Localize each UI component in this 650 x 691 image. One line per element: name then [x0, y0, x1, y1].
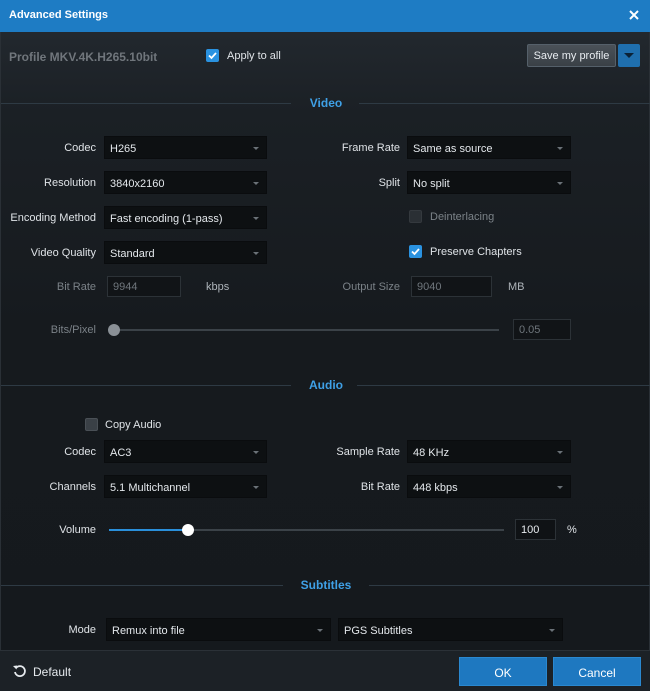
chevron-down-icon: [317, 629, 323, 632]
dialog-footer: Default OK Cancel: [0, 650, 650, 691]
video-section-header: Video: [1, 95, 650, 111]
video-bitrate-unit: kbps: [206, 281, 230, 293]
reset-icon: [13, 665, 26, 677]
default-button[interactable]: Default: [10, 663, 80, 681]
cancel-button[interactable]: Cancel: [553, 657, 641, 686]
video-codec-dropdown[interactable]: H265: [104, 136, 267, 159]
volume-slider-fill: [109, 529, 188, 531]
window-title: Advanced Settings: [9, 9, 109, 21]
chevron-down-icon: [557, 486, 563, 489]
volume-label: Volume: [59, 524, 96, 536]
deinterlacing-checkbox[interactable]: [409, 210, 422, 223]
channels-label: Channels: [49, 481, 96, 493]
audio-bitrate-value: 448 kbps: [413, 482, 458, 494]
encoding-method-value: Fast encoding (1-pass): [110, 213, 223, 225]
audio-codec-label: Codec: [64, 446, 96, 458]
resolution-dropdown[interactable]: 3840x2160: [104, 171, 267, 194]
sample-rate-value: 48 KHz: [413, 447, 450, 459]
chevron-down-icon: [253, 486, 259, 489]
output-size-input[interactable]: 9040: [411, 276, 492, 297]
settings-panel: Profile MKV.4K.H265.10bit Apply to all S…: [0, 32, 650, 650]
sample-rate-dropdown[interactable]: 48 KHz: [407, 440, 571, 463]
audio-codec-value: AC3: [110, 447, 132, 459]
check-icon: [208, 52, 217, 60]
encoding-method-dropdown[interactable]: Fast encoding (1-pass): [104, 206, 267, 229]
profile-label: Profile MKV.4K.H265.10bit: [9, 50, 158, 64]
subtitle-mode-label: Mode: [68, 624, 96, 636]
video-quality-dropdown[interactable]: Standard: [104, 241, 267, 264]
chevron-down-icon: [253, 147, 259, 150]
output-size-unit: MB: [508, 281, 525, 293]
copy-audio-checkbox[interactable]: [85, 418, 98, 431]
close-icon[interactable]: [626, 7, 642, 23]
frame-rate-value: Same as source: [413, 143, 493, 155]
chevron-down-icon: [549, 629, 555, 632]
video-quality-value: Standard: [110, 248, 155, 260]
preserve-chapters-checkbox[interactable]: [409, 245, 422, 258]
chevron-down-icon: [557, 182, 563, 185]
video-bitrate-label: Bit Rate: [56, 281, 96, 293]
chevron-down-icon: [557, 147, 563, 150]
chevron-down-icon: [624, 53, 634, 58]
audio-section-title: Audio: [309, 378, 343, 392]
resolution-label: Resolution: [44, 177, 96, 189]
title-bar: Advanced Settings: [0, 0, 650, 32]
frame-rate-dropdown[interactable]: Same as source: [407, 136, 571, 159]
encoding-method-label: Encoding Method: [10, 212, 96, 224]
preserve-chapters-label: Preserve Chapters: [430, 246, 522, 258]
split-dropdown[interactable]: No split: [407, 171, 571, 194]
default-label: Default: [33, 665, 72, 679]
video-quality-label: Video Quality: [30, 247, 96, 259]
bits-pixel-slider-track[interactable]: [114, 329, 499, 331]
video-bitrate-input[interactable]: 9944: [107, 276, 181, 297]
apply-to-all-checkbox[interactable]: [206, 49, 219, 62]
resolution-value: 3840x2160: [110, 178, 165, 190]
volume-slider-thumb[interactable]: [182, 524, 194, 536]
output-size-label: Output Size: [342, 281, 400, 293]
subtitle-mode-value: Remux into file: [112, 625, 185, 637]
audio-bitrate-label: Bit Rate: [360, 481, 400, 493]
chevron-down-icon: [253, 217, 259, 220]
split-value: No split: [413, 178, 450, 190]
bits-pixel-label: Bits/Pixel: [50, 324, 96, 336]
check-icon: [411, 248, 420, 256]
video-codec-value: H265: [110, 143, 137, 155]
chevron-down-icon: [253, 451, 259, 454]
split-label: Split: [378, 177, 400, 189]
video-section-title: Video: [309, 96, 343, 110]
chevron-down-icon: [557, 451, 563, 454]
copy-audio-label: Copy Audio: [105, 419, 162, 431]
subtitles-section-title: Subtitles: [300, 578, 352, 592]
subtitles-section-header: Subtitles: [1, 577, 650, 593]
bits-pixel-input[interactable]: 0.05: [513, 319, 571, 340]
audio-codec-dropdown[interactable]: AC3: [104, 440, 267, 463]
bits-pixel-slider-thumb[interactable]: [108, 324, 120, 336]
subtitle-mode-dropdown[interactable]: Remux into file: [106, 618, 331, 641]
frame-rate-label: Frame Rate: [341, 142, 400, 154]
channels-dropdown[interactable]: 5.1 Multichannel: [104, 475, 267, 498]
save-profile-menu-button[interactable]: [618, 44, 640, 67]
chevron-down-icon: [253, 252, 259, 255]
channels-value: 5.1 Multichannel: [110, 482, 191, 494]
chevron-down-icon: [253, 182, 259, 185]
audio-section-header: Audio: [1, 377, 650, 393]
volume-unit: %: [567, 524, 577, 536]
sample-rate-label: Sample Rate: [336, 446, 400, 458]
volume-input[interactable]: 100: [515, 519, 556, 540]
apply-to-all-label: Apply to all: [227, 50, 281, 62]
deinterlacing-label: Deinterlacing: [430, 211, 495, 223]
ok-button[interactable]: OK: [459, 657, 547, 686]
video-codec-label: Codec: [64, 142, 96, 154]
audio-bitrate-dropdown[interactable]: 448 kbps: [407, 475, 571, 498]
subtitle-format-value: PGS Subtitles: [344, 625, 413, 637]
save-profile-button[interactable]: Save my profile: [527, 44, 616, 67]
subtitle-format-dropdown[interactable]: PGS Subtitles: [338, 618, 563, 641]
